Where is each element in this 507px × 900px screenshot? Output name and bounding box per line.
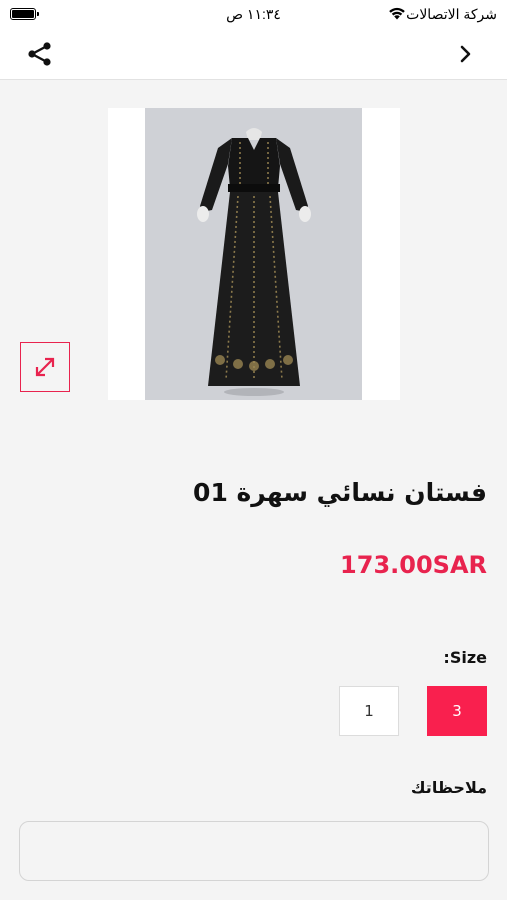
- size-option-1[interactable]: 1: [339, 686, 399, 736]
- notes-label: ملاحظاتك: [410, 778, 487, 797]
- expand-image-button[interactable]: [20, 342, 70, 392]
- status-bar: ١١:٣٤ ص شركة الاتصالات: [0, 0, 507, 30]
- product-title: فستان نسائي سهرة 01: [193, 478, 487, 507]
- notes-input[interactable]: [19, 821, 489, 881]
- wifi-icon: [389, 7, 405, 20]
- nav-bar: [0, 30, 507, 80]
- product-price: 173.00SAR: [340, 551, 487, 579]
- share-icon[interactable]: [26, 40, 54, 68]
- chevron-right-icon[interactable]: [459, 44, 473, 64]
- size-label: Size:: [443, 648, 487, 667]
- carrier-name: شركة الاتصالات: [406, 6, 497, 22]
- size-option-3[interactable]: 3: [427, 686, 487, 736]
- expand-arrows-icon: [35, 357, 55, 377]
- dress-photo: [197, 128, 311, 396]
- product-image[interactable]: [108, 108, 400, 400]
